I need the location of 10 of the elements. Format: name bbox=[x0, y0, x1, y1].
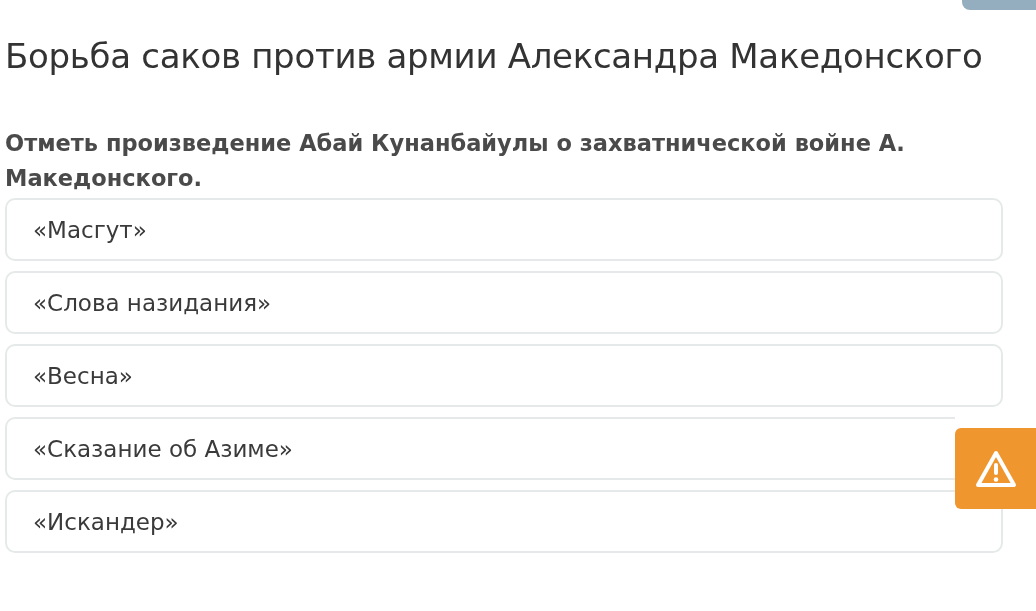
answer-option[interactable]: «Сказание об Азиме» bbox=[5, 417, 955, 480]
question-text: Отметь произведение Абай Кунанбайулы о захватнической войне А. Македонского. bbox=[5, 129, 906, 193]
answer-option[interactable]: «Искандер» bbox=[5, 490, 1003, 553]
report-button[interactable] bbox=[955, 428, 1036, 509]
top-button[interactable] bbox=[962, 0, 1036, 10]
answer-option[interactable]: «Масгут» bbox=[5, 198, 1003, 261]
warning-icon bbox=[974, 449, 1017, 488]
answer-option[interactable]: «Слова назидания» bbox=[5, 271, 1003, 334]
page-title: Борьба саков против армии Александра Македонского bbox=[5, 35, 984, 78]
answer-option[interactable]: «Весна» bbox=[5, 344, 1003, 407]
